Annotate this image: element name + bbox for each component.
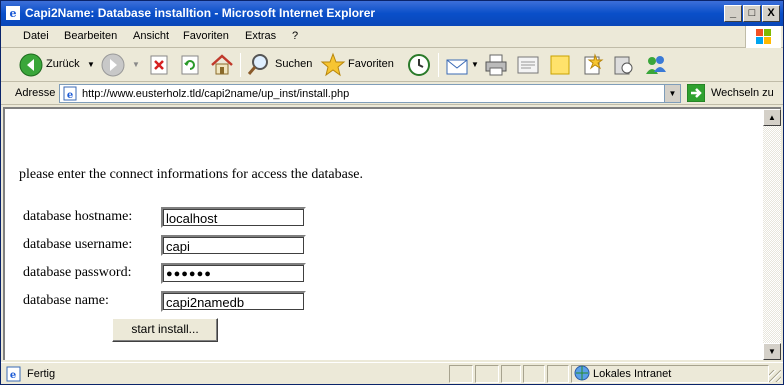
- status-pane: [501, 365, 521, 383]
- address-label: Adresse: [15, 87, 56, 99]
- status-pane: [449, 365, 473, 383]
- hostname-label: database hostname:: [23, 209, 133, 224]
- dbname-input[interactable]: capi2namedb: [161, 291, 306, 312]
- back-label[interactable]: Zurück: [46, 58, 80, 70]
- status-pane: [547, 365, 569, 383]
- favorites-label[interactable]: Favoriten: [348, 58, 394, 70]
- svg-text:e: e: [10, 370, 16, 381]
- toolbar: Zurück ▼ ▼ Suchen Favoriten ▼: [1, 48, 783, 82]
- print-icon[interactable]: [483, 52, 509, 78]
- page-content: please enter the connect informations fo…: [3, 107, 763, 360]
- page-icon: e: [63, 86, 77, 101]
- menu-help[interactable]: ?: [292, 30, 298, 42]
- address-bar: Adresse e http://www.eusterholz.tld/capi…: [1, 82, 783, 105]
- address-input[interactable]: e http://www.eusterholz.tld/capi2name/up…: [59, 84, 681, 103]
- forward-dropdown-icon[interactable]: ▼: [132, 60, 140, 69]
- home-icon[interactable]: [209, 52, 235, 78]
- username-label: database username:: [23, 237, 133, 252]
- ie-icon: e: [6, 6, 20, 20]
- messenger-icon[interactable]: [643, 52, 669, 78]
- forward-icon[interactable]: [101, 52, 125, 78]
- mail-icon[interactable]: [444, 52, 470, 78]
- maximize-button[interactable]: □: [743, 5, 761, 22]
- status-text: Fertig: [27, 368, 56, 380]
- minimize-button[interactable]: _: [724, 5, 742, 22]
- toolbar-separator: [240, 53, 241, 77]
- browser-window: e Capi2Name: Database installtion - Micr…: [0, 0, 784, 385]
- resize-grip[interactable]: [769, 370, 781, 382]
- menu-favoriten[interactable]: Favoriten: [183, 30, 229, 42]
- window-title: Capi2Name: Database installtion - Micros…: [25, 6, 376, 20]
- address-url[interactable]: http://www.eusterholz.tld/capi2name/up_i…: [82, 88, 349, 100]
- status-pane: [475, 365, 499, 383]
- menu-datei[interactable]: Datei: [23, 30, 49, 42]
- dbname-label: database name:: [23, 293, 109, 308]
- status-bar: e Fertig Lokales Intranet: [1, 362, 783, 384]
- scroll-down-icon[interactable]: ▼: [763, 343, 781, 360]
- toolbar-separator: [438, 53, 439, 77]
- media-icon[interactable]: [611, 52, 635, 78]
- svg-text:e: e: [10, 7, 17, 20]
- search-icon[interactable]: [246, 52, 272, 78]
- password-input[interactable]: ●●●●●●: [161, 263, 306, 284]
- page-status-icon: e: [6, 366, 21, 382]
- search-label[interactable]: Suchen: [275, 58, 312, 70]
- zone-label: Lokales Intranet: [593, 368, 672, 380]
- status-pane: [523, 365, 545, 383]
- hostname-input[interactable]: localhost: [161, 207, 306, 228]
- address-dropdown-icon[interactable]: ▼: [664, 85, 680, 102]
- mail-dropdown-icon[interactable]: ▼: [471, 60, 479, 69]
- history-icon[interactable]: [406, 52, 432, 78]
- edit-icon[interactable]: [515, 52, 541, 78]
- close-button[interactable]: X: [762, 5, 780, 22]
- research-icon[interactable]: [581, 52, 605, 78]
- start-install-button[interactable]: start install...: [112, 318, 218, 342]
- username-input[interactable]: capi: [161, 235, 306, 256]
- back-icon[interactable]: [19, 52, 43, 78]
- menu-extras[interactable]: Extras: [245, 30, 276, 42]
- password-label: database password:: [23, 265, 132, 280]
- stop-icon[interactable]: [148, 52, 170, 78]
- menu-bearbeiten[interactable]: Bearbeiten: [64, 30, 117, 42]
- title-bar[interactable]: e Capi2Name: Database installtion - Micr…: [1, 1, 783, 26]
- windows-logo-icon: [745, 26, 781, 48]
- menu-ansicht[interactable]: Ansicht: [133, 30, 169, 42]
- svg-text:e: e: [67, 90, 73, 101]
- back-dropdown-icon[interactable]: ▼: [87, 60, 95, 69]
- intranet-zone-icon: [574, 365, 590, 381]
- favorites-star-icon[interactable]: [320, 52, 346, 78]
- menu-bar: Datei Bearbeiten Ansicht Favoriten Extra…: [1, 26, 783, 48]
- discuss-icon[interactable]: [548, 52, 572, 78]
- refresh-icon[interactable]: [179, 52, 201, 78]
- vertical-scrollbar[interactable]: ▲ ▼: [763, 107, 781, 360]
- go-button[interactable]: Wechseln zu: [711, 87, 774, 99]
- go-arrow-icon[interactable]: [687, 84, 705, 102]
- scroll-up-icon[interactable]: ▲: [763, 109, 781, 126]
- intro-text: please enter the connect informations fo…: [19, 167, 364, 182]
